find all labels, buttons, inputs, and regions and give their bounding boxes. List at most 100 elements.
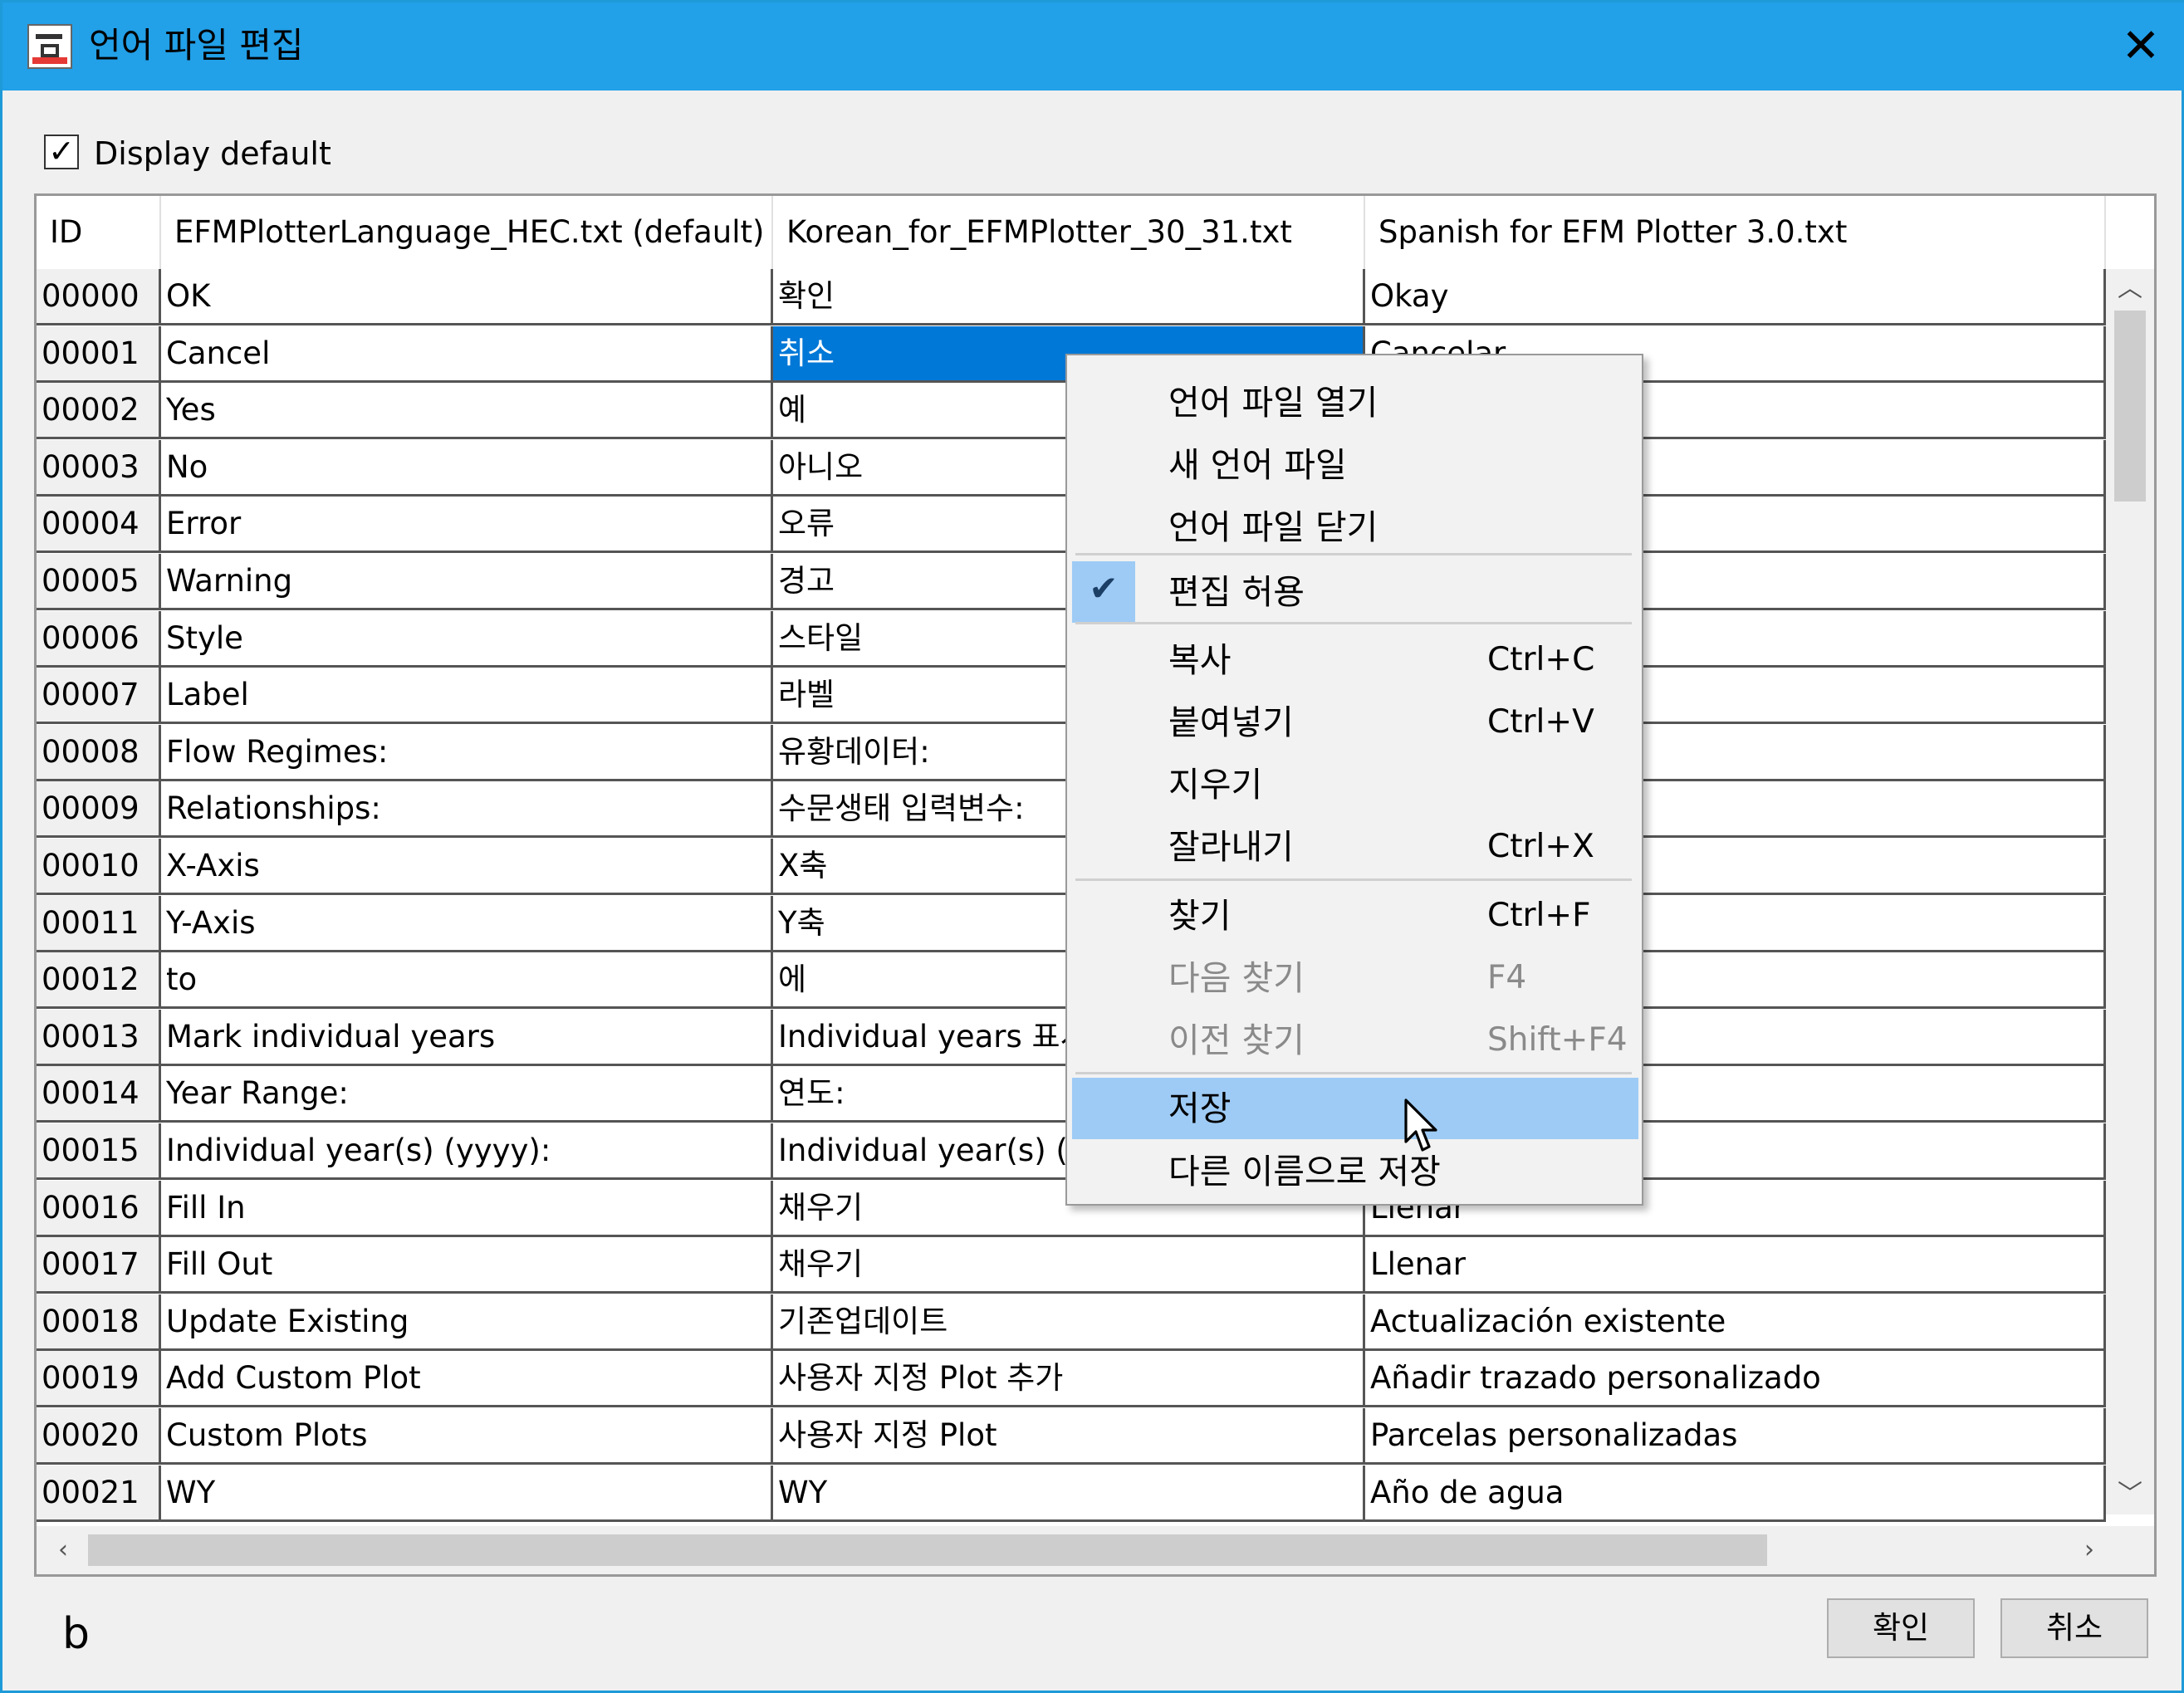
menu-item-open-language-file[interactable]: 언어 파일 열기 (1072, 372, 1638, 433)
default-text-cell[interactable]: Fill Out (161, 1237, 773, 1294)
id-cell[interactable]: 00006 (37, 610, 161, 668)
default-text-cell[interactable]: Custom Plots (161, 1408, 773, 1465)
korean-text-cell[interactable]: 사용자 지정 Plot 추가 (773, 1351, 1365, 1408)
default-text-cell[interactable]: Add Custom Plot (161, 1351, 773, 1408)
ok-button[interactable]: 확인 (1827, 1598, 1975, 1658)
app-icon (27, 24, 72, 69)
vertical-scrollbar[interactable]: ︿ ﹀ (2106, 269, 2154, 1514)
default-text-cell[interactable]: Yes (161, 383, 773, 440)
default-text-cell[interactable]: OK (161, 269, 773, 325)
display-default-checkbox[interactable]: ✓ (44, 135, 79, 169)
close-icon[interactable]: ✕ (2112, 19, 2170, 74)
scroll-down-icon[interactable]: ﹀ (2113, 1478, 2147, 1511)
id-cell[interactable]: 00003 (37, 439, 161, 497)
id-cell[interactable]: 00007 (37, 668, 161, 725)
mouse-pointer-icon (1404, 1098, 1437, 1152)
menu-item-allow-editing[interactable]: ✔ 편집 허용 (1072, 561, 1638, 623)
id-cell[interactable]: 00004 (37, 497, 161, 554)
default-text-cell[interactable]: Warning (161, 554, 773, 610)
menu-separator (1075, 553, 1632, 555)
horizontal-scroll-thumb[interactable] (88, 1534, 1767, 1566)
id-cell[interactable]: 00000 (37, 269, 161, 325)
scroll-up-icon[interactable]: ︿ (2113, 272, 2147, 306)
default-text-cell[interactable]: X-Axis (161, 839, 773, 895)
spanish-text-cell[interactable]: Parcelas personalizadas (1365, 1408, 2106, 1465)
id-cell[interactable]: 00009 (37, 781, 161, 839)
menu-item-find-next[interactable]: 다음 찾기 F4 (1072, 947, 1638, 1009)
table-row[interactable]: 00021 WY WY Año de agua (37, 1465, 2106, 1522)
default-text-cell[interactable]: Style (161, 610, 773, 668)
default-text-cell[interactable]: Update Existing (161, 1294, 773, 1351)
scroll-right-icon[interactable]: › (2073, 1534, 2106, 1567)
menu-item-delete[interactable]: 지우기 (1072, 754, 1638, 815)
table-row[interactable]: 00019 Add Custom Plot 사용자 지정 Plot 추가 Añadir… (37, 1351, 2106, 1408)
table-row[interactable]: 00000 OK 확인 Okay (37, 269, 2106, 325)
menu-item-new-language-file[interactable]: 새 언어 파일 (1072, 434, 1638, 496)
table-row[interactable]: 00017 Fill Out 채우기 Llenar (37, 1237, 2106, 1294)
menu-item-find-previous[interactable]: 이전 찾기 Shift+F4 (1072, 1010, 1638, 1071)
spanish-text-cell[interactable]: Añadir trazado personalizado (1365, 1351, 2106, 1408)
spanish-text-cell[interactable]: Actualización existente (1365, 1294, 2106, 1351)
spanish-text-cell[interactable]: Llenar (1365, 1237, 2106, 1294)
default-text-cell[interactable]: Relationships: (161, 781, 773, 839)
id-cell[interactable]: 00008 (37, 724, 161, 781)
menu-item-save-as[interactable]: 다른 이름으로 저장 (1072, 1141, 1638, 1202)
korean-text-cell[interactable]: WY (773, 1465, 1365, 1522)
default-text-cell[interactable]: Cancel (161, 325, 773, 383)
id-cell[interactable]: 00012 (37, 952, 161, 1010)
column-header-spanish-file[interactable]: Spanish for EFM Plotter 3.0.txt (1365, 196, 2106, 269)
id-cell[interactable]: 00011 (37, 895, 161, 952)
default-text-cell[interactable]: No (161, 439, 773, 497)
default-text-cell[interactable]: Label (161, 668, 773, 725)
id-cell[interactable]: 00019 (37, 1351, 161, 1408)
id-cell[interactable]: 00021 (37, 1465, 161, 1522)
table-row[interactable]: 00018 Update Existing 기존업데이트 Actualización … (37, 1294, 2106, 1351)
default-text-cell[interactable]: Year Range: (161, 1066, 773, 1123)
korean-text-cell[interactable]: 확인 (773, 269, 1365, 325)
id-cell[interactable]: 00020 (37, 1408, 161, 1465)
default-text-cell[interactable]: Error (161, 497, 773, 554)
id-cell[interactable]: 00015 (37, 1123, 161, 1180)
menu-item-save[interactable]: 저장 (1072, 1078, 1638, 1139)
menu-item-cut[interactable]: 잘라내기 Ctrl+X (1072, 816, 1638, 878)
id-cell[interactable]: 00017 (37, 1237, 161, 1294)
menu-item-close-language-file[interactable]: 언어 파일 닫기 (1072, 497, 1638, 558)
horizontal-scrollbar[interactable]: ‹ › (37, 1526, 2154, 1574)
id-cell[interactable]: 00010 (37, 839, 161, 895)
default-text-cell[interactable]: Fill In (161, 1180, 773, 1237)
id-cell[interactable]: 00014 (37, 1066, 161, 1123)
default-text-cell[interactable]: Mark individual years (161, 1009, 773, 1066)
title-bar[interactable]: 언어 파일 편집 ✕ (2, 2, 2184, 91)
default-text-cell[interactable]: WY (161, 1465, 773, 1522)
spanish-text-cell[interactable]: Okay (1365, 269, 2106, 325)
context-menu: 언어 파일 열기 새 언어 파일 언어 파일 닫기 ✔ 편집 허용 복사 Ctrl+… (1065, 354, 1643, 1206)
id-cell[interactable]: 00002 (37, 383, 161, 440)
default-text-cell[interactable]: Y-Axis (161, 895, 773, 952)
default-text-cell[interactable]: Flow Regimes: (161, 724, 773, 781)
display-default-label: Display default (94, 135, 331, 172)
table-row[interactable]: 00020 Custom Plots 사용자 지정 Plot Parcelas per… (37, 1408, 2106, 1465)
language-file-editor-window: 언어 파일 편집 ✕ ✓ Display default ID EFMPlott… (0, 0, 2184, 1693)
column-header-id[interactable]: ID (37, 196, 161, 269)
default-text-cell[interactable]: Individual year(s) (yyyy): (161, 1123, 773, 1180)
default-text-cell[interactable]: to (161, 952, 773, 1010)
column-header-korean-file[interactable]: Korean_for_EFMPlotter_30_31.txt (773, 196, 1365, 269)
id-cell[interactable]: 00016 (37, 1180, 161, 1237)
vertical-scroll-thumb[interactable] (2114, 311, 2146, 502)
id-cell[interactable]: 00018 (37, 1294, 161, 1351)
menu-item-find[interactable]: 찾기 Ctrl+F (1072, 885, 1638, 947)
korean-text-cell[interactable]: 기존업데이트 (773, 1294, 1365, 1351)
menu-separator (1075, 1072, 1632, 1074)
window-title: 언어 파일 편집 (89, 25, 304, 66)
spanish-text-cell[interactable]: Año de agua (1365, 1465, 2106, 1522)
id-cell[interactable]: 00013 (37, 1009, 161, 1066)
cancel-button[interactable]: 취소 (2000, 1598, 2148, 1658)
id-cell[interactable]: 00005 (37, 554, 161, 610)
korean-text-cell[interactable]: 사용자 지정 Plot (773, 1408, 1365, 1465)
korean-text-cell[interactable]: 채우기 (773, 1237, 1365, 1294)
menu-item-paste[interactable]: 붙여넣기 Ctrl+V (1072, 692, 1638, 753)
menu-item-copy[interactable]: 복사 Ctrl+C (1072, 629, 1638, 691)
scroll-left-icon[interactable]: ‹ (47, 1534, 80, 1567)
column-header-default-file[interactable]: EFMPlotterLanguage_HEC.txt (default) (161, 196, 773, 269)
id-cell[interactable]: 00001 (37, 325, 161, 383)
